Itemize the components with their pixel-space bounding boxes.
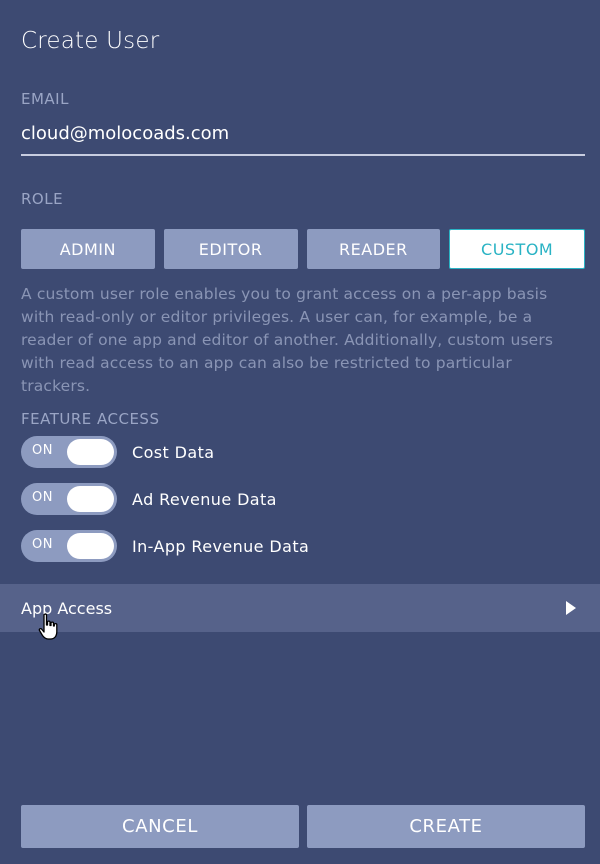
role-reader-button[interactable]: READER: [306, 229, 441, 269]
role-editor-button[interactable]: EDITOR: [163, 229, 298, 269]
cancel-button[interactable]: CANCEL: [21, 805, 299, 848]
toggle-row-ad-revenue-data: ON Ad Revenue Data: [21, 483, 277, 515]
email-underline: [21, 154, 585, 156]
toggle-state-text: ON: [32, 443, 53, 458]
create-button[interactable]: CREATE: [307, 805, 585, 848]
role-description: A custom user role enables you to grant …: [21, 285, 554, 395]
role-label: ROLE: [21, 190, 64, 208]
cost-data-label: Cost Data: [132, 442, 215, 462]
email-field[interactable]: cloud@molocoads.com: [21, 123, 229, 144]
role-custom-button[interactable]: CUSTOM: [449, 229, 585, 269]
feature-access-label: FEATURE ACCESS: [21, 410, 160, 428]
toggle-state-text: ON: [32, 537, 53, 552]
in-app-revenue-data-label: In-App Revenue Data: [132, 536, 310, 556]
toggle-state-text: ON: [32, 490, 53, 505]
in-app-revenue-data-toggle[interactable]: ON: [21, 530, 117, 562]
toggle-knob: [67, 486, 114, 512]
toggle-row-cost-data: ON Cost Data: [21, 436, 214, 468]
hand-cursor-icon: [38, 613, 58, 640]
app-access-label: App Access: [21, 598, 113, 618]
ad-revenue-data-label: Ad Revenue Data: [132, 489, 277, 509]
chevron-right-icon: [566, 601, 576, 615]
toggle-knob: [67, 533, 114, 559]
toggle-knob: [67, 439, 114, 465]
role-admin-button[interactable]: ADMIN: [21, 229, 155, 269]
cost-data-toggle[interactable]: ON: [21, 436, 117, 468]
app-access-row[interactable]: App Access: [0, 584, 600, 632]
role-selector: ADMIN EDITOR READER CUSTOM: [21, 229, 585, 269]
ad-revenue-data-toggle[interactable]: ON: [21, 483, 117, 515]
toggle-row-in-app-revenue-data: ON In-App Revenue Data: [21, 530, 309, 562]
dialog-title: Create User: [21, 28, 160, 54]
email-label: EMAIL: [21, 90, 69, 108]
